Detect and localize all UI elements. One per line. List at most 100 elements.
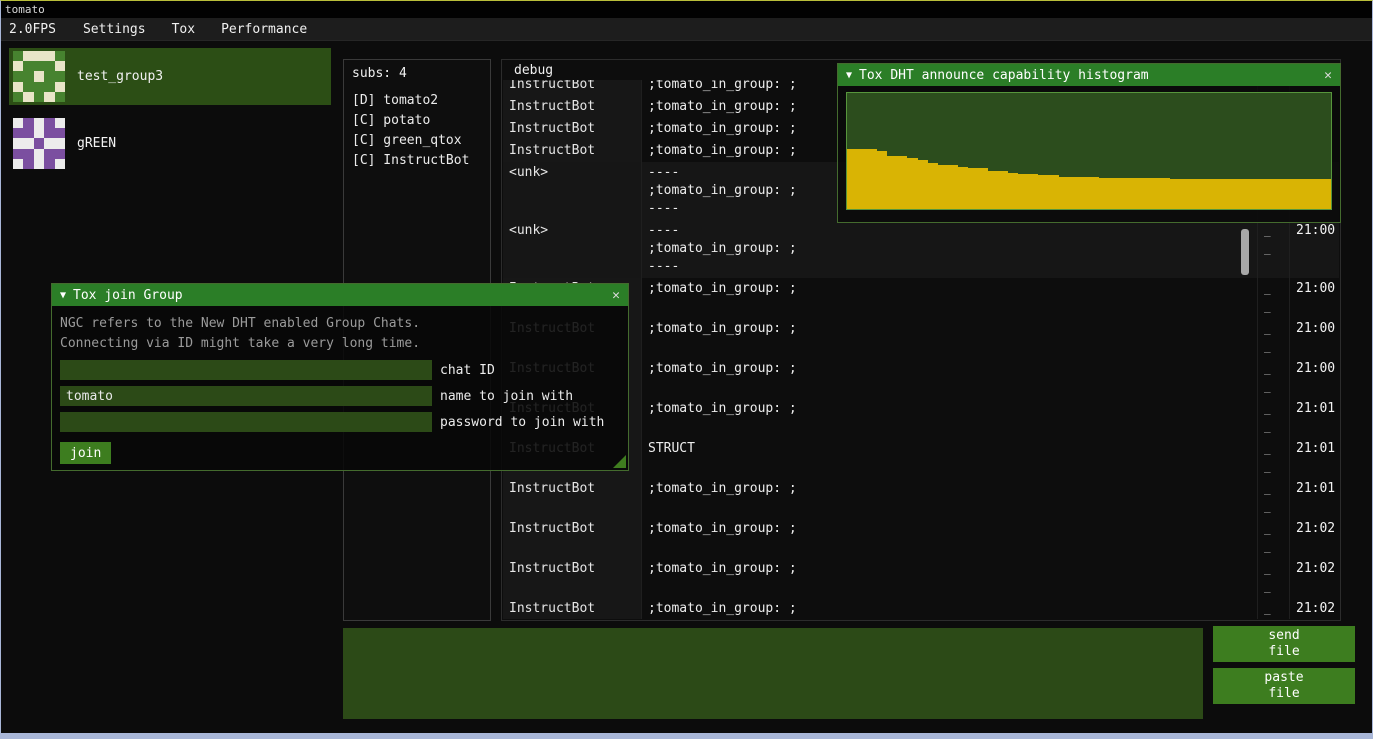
histogram-window: ▼ Tox DHT announce capability histogram … xyxy=(837,63,1341,223)
histogram-bar xyxy=(1159,178,1169,209)
histogram-bar xyxy=(1008,173,1018,209)
histogram-bar xyxy=(1270,179,1280,209)
chat-sender: <unk> xyxy=(503,162,641,220)
close-icon[interactable]: ✕ xyxy=(1324,68,1332,83)
chat-message: ;tomato_in_group: ; xyxy=(641,558,1257,598)
histogram-bar xyxy=(907,158,917,209)
chat-timestamp: 21:01 xyxy=(1289,398,1339,438)
histogram-bar xyxy=(877,151,887,209)
menu-item-performance[interactable]: Performance xyxy=(208,22,320,37)
join-dialog-title: Tox join Group xyxy=(73,288,605,303)
chat-row[interactable]: InstructBot;tomato_in_group: ;_ _21:02 xyxy=(503,598,1339,619)
chat-message: ;tomato_in_group: ; xyxy=(641,478,1257,518)
join-field-2[interactable] xyxy=(60,412,432,432)
histogram-window-titlebar[interactable]: ▼ Tox DHT announce capability histogram … xyxy=(838,64,1340,86)
group-item-test_group3[interactable]: test_group3 xyxy=(9,48,331,105)
histogram-bar xyxy=(1170,179,1180,209)
subs-member[interactable]: [C] potato xyxy=(352,111,482,131)
chat-timestamp: 21:02 xyxy=(1289,558,1339,598)
join-button[interactable]: join xyxy=(60,442,111,464)
subs-member[interactable]: [C] green_qtox xyxy=(352,131,482,151)
chat-delivery-indicator: _ _ xyxy=(1257,478,1289,518)
join-field-0[interactable] xyxy=(60,360,432,380)
histogram-bar xyxy=(928,163,938,209)
subs-member[interactable]: [D] tomato2 xyxy=(352,91,482,111)
histogram-bar xyxy=(1240,179,1250,209)
histogram-bar xyxy=(887,156,897,209)
histogram-bar xyxy=(1210,179,1220,209)
chat-sender: InstructBot xyxy=(503,140,641,162)
menu-item-tox[interactable]: Tox xyxy=(159,22,208,37)
histogram-bar xyxy=(938,165,948,209)
histogram-bar xyxy=(1069,177,1079,209)
chat-sender: InstructBot xyxy=(503,518,641,558)
histogram-bar xyxy=(978,168,988,209)
chat-row[interactable]: InstructBot;tomato_in_group: ;_ _21:02 xyxy=(503,518,1339,558)
subs-list: [D] tomato2[C] potato[C] green_qtox[C] I… xyxy=(352,91,482,171)
join-field-label: chat ID xyxy=(440,363,495,378)
chat-scrollbar-thumb[interactable] xyxy=(1241,229,1249,275)
window-title: tomato xyxy=(1,3,45,16)
histogram-body xyxy=(838,86,1340,222)
group-identicon xyxy=(13,51,65,103)
histogram-bar xyxy=(847,149,857,209)
join-fields: chat ID name to join with password to join… xyxy=(60,360,620,432)
chat-tab-debug[interactable]: debug xyxy=(514,63,553,78)
histogram-bar xyxy=(1280,179,1290,209)
chat-timestamp: 21:00 xyxy=(1289,318,1339,358)
collapse-arrow-icon[interactable]: ▼ xyxy=(846,70,852,81)
histogram-bar xyxy=(918,160,928,209)
histogram-bar xyxy=(1109,178,1119,209)
histogram-bar xyxy=(1190,179,1200,209)
chat-row[interactable]: InstructBot;tomato_in_group: ;_ _21:02 xyxy=(503,558,1339,598)
message-input[interactable] xyxy=(343,628,1203,719)
chat-timestamp: 21:01 xyxy=(1289,438,1339,478)
main-content: test_group3gREEN subs: 4 [D] tomato2[C] … xyxy=(1,41,1372,733)
join-field-1[interactable] xyxy=(60,386,432,406)
chat-delivery-indicator: _ _ xyxy=(1257,358,1289,398)
fps-counter: 2.0FPS xyxy=(1,22,70,37)
chat-row[interactable]: <unk>----;tomato_in_group: ;----_ _21:00 xyxy=(503,220,1339,278)
app-window: tomato 2.0FPS SettingsToxPerformance tes… xyxy=(0,0,1373,739)
group-name: gREEN xyxy=(77,136,116,151)
subs-count: subs: 4 xyxy=(352,66,482,81)
close-icon[interactable]: ✕ xyxy=(612,288,620,303)
histogram-bar xyxy=(958,167,968,209)
subs-member[interactable]: [C] InstructBot xyxy=(352,151,482,171)
send-file-button[interactable]: send file xyxy=(1213,626,1355,662)
chat-delivery-indicator: _ _ xyxy=(1257,278,1289,318)
collapse-arrow-icon[interactable]: ▼ xyxy=(60,290,66,301)
chat-sender: <unk> xyxy=(503,220,641,278)
histogram-bar xyxy=(897,156,907,209)
join-field-label: password to join with xyxy=(440,415,604,430)
histogram-bar xyxy=(1321,179,1331,209)
chat-delivery-indicator: _ _ xyxy=(1257,558,1289,598)
histogram-bar xyxy=(1018,174,1028,209)
chat-message: ;tomato_in_group: ; xyxy=(641,398,1257,438)
group-item-gREEN[interactable]: gREEN xyxy=(9,115,331,172)
histogram-bar xyxy=(1099,178,1109,209)
chat-row[interactable]: InstructBot;tomato_in_group: ;_ _21:01 xyxy=(503,478,1339,518)
menu-item-settings[interactable]: Settings xyxy=(70,22,159,37)
join-dialog-titlebar[interactable]: ▼ Tox join Group ✕ xyxy=(52,284,628,306)
resize-grip[interactable] xyxy=(613,455,626,468)
chat-message: STRUCT xyxy=(641,438,1257,478)
histogram-bar xyxy=(1260,179,1270,209)
histogram-bar xyxy=(1059,177,1069,209)
chat-sender: InstructBot xyxy=(503,478,641,518)
join-info-line-2: Connecting via ID might take a very long… xyxy=(60,334,620,354)
join-group-dialog: ▼ Tox join Group ✕ NGC refers to the New… xyxy=(51,283,629,471)
menubar: 2.0FPS SettingsToxPerformance xyxy=(1,18,1372,41)
chat-delivery-indicator: _ _ xyxy=(1257,598,1289,619)
histogram-bar xyxy=(998,171,1008,209)
chat-sender: InstructBot xyxy=(503,118,641,140)
chat-message: ;tomato_in_group: ; xyxy=(641,518,1257,558)
paste-file-button[interactable]: paste file xyxy=(1213,668,1355,704)
histogram-bar xyxy=(857,149,867,209)
histogram-bar xyxy=(1180,179,1190,209)
join-field-label: name to join with xyxy=(440,389,573,404)
chat-timestamp: 21:00 xyxy=(1289,358,1339,398)
histogram-bar xyxy=(1200,179,1210,209)
chat-timestamp: 21:02 xyxy=(1289,598,1339,619)
histogram-bar xyxy=(1119,178,1129,209)
